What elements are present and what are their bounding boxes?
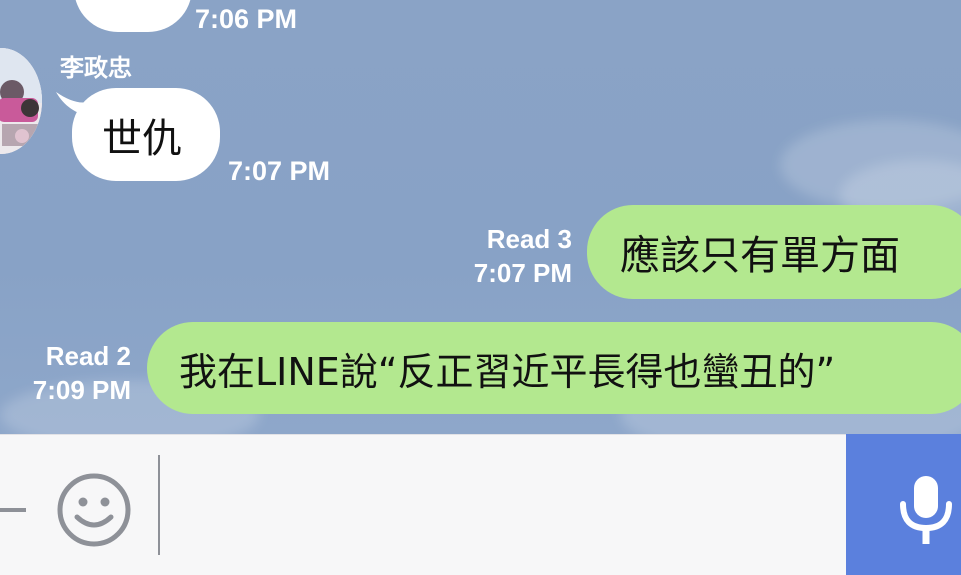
read-receipt: Read 2: [45, 341, 131, 371]
message-bubble-outgoing[interactable]: 應該只有單方面: [587, 205, 961, 299]
message-text: 世仇: [102, 115, 182, 162]
avatar-photo: [0, 48, 42, 154]
message-text: 應該只有單方面: [620, 233, 900, 279]
message-read-status: Read 3 7:07 PM: [440, 222, 572, 290]
message-read-status: Read 2 7:09 PM: [0, 339, 131, 407]
chat-screen: 7:06 PM 李政忠 世仇 7:07 PM Read 3 7:07 PM 應該…: [0, 0, 961, 575]
message-bubble-incoming[interactable]: [74, 0, 192, 32]
sender-name: 李政忠: [60, 54, 132, 82]
microphone-button[interactable]: [846, 434, 961, 575]
read-receipt: Read 3: [486, 224, 572, 254]
microphone-icon: [900, 476, 952, 544]
message-text-input[interactable]: [158, 455, 818, 555]
message-time: 7:07 PM: [228, 156, 331, 186]
message-time: 7:06 PM: [195, 4, 298, 34]
emoji-icon[interactable]: [55, 471, 133, 549]
message-time: 7:09 PM: [32, 375, 131, 405]
message-bubble-outgoing[interactable]: 我在LINE說“反正習近平長得也蠻丑的”: [147, 322, 961, 414]
message-input-bar: [0, 434, 961, 575]
plus-icon[interactable]: [0, 505, 30, 515]
message-text: 我在LINE說“反正習近平長得也蠻丑的”: [179, 349, 836, 394]
message-time: 7:07 PM: [473, 258, 572, 288]
avatar[interactable]: [0, 48, 42, 154]
message-bubble-incoming[interactable]: 世仇: [72, 88, 220, 181]
chat-message-area[interactable]: 7:06 PM 李政忠 世仇 7:07 PM Read 3 7:07 PM 應該…: [0, 0, 961, 434]
